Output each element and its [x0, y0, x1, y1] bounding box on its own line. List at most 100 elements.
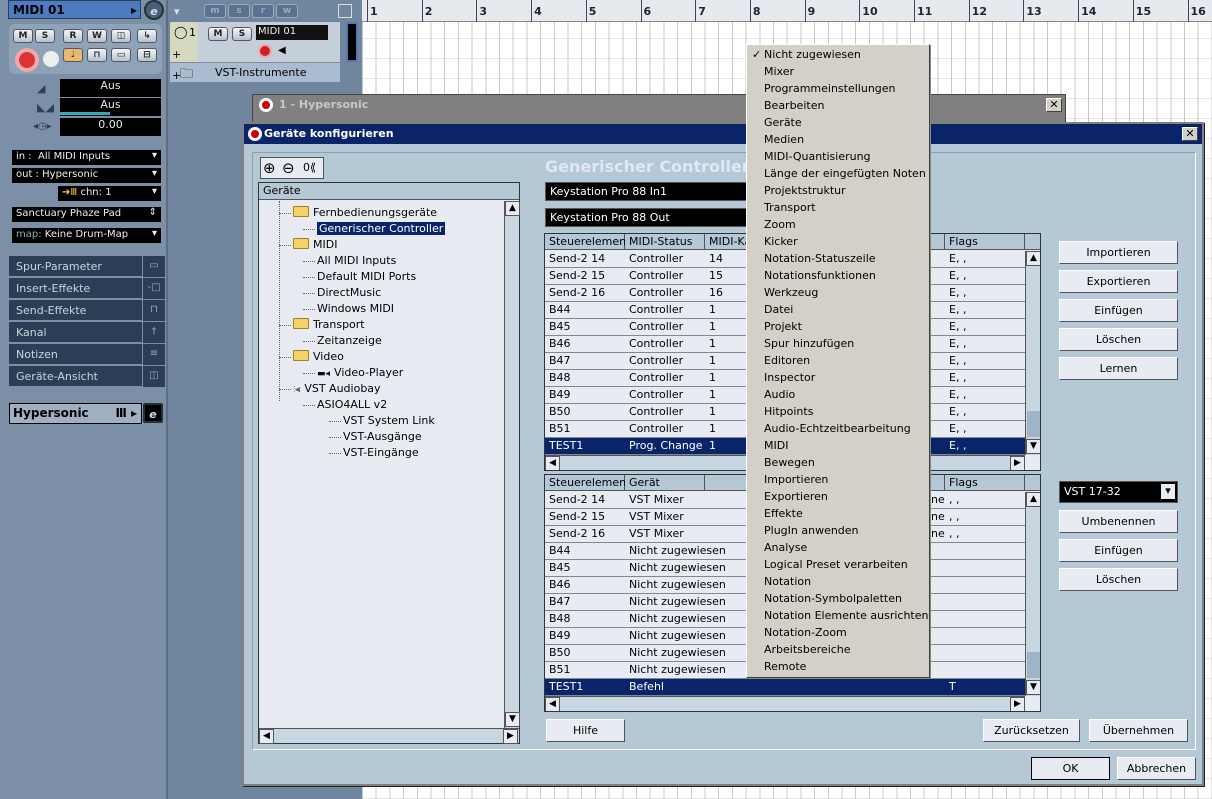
- menu-item[interactable]: Audio: [747, 387, 929, 404]
- scroll-right-icon[interactable]: ▶: [1010, 697, 1025, 711]
- close-icon[interactable]: ✕: [1182, 127, 1198, 141]
- notes-icon[interactable]: ≡: [143, 344, 165, 365]
- menu-item[interactable]: Notation: [747, 574, 929, 591]
- menu-item[interactable]: Logical Preset verarbeiten: [747, 557, 929, 574]
- column-header[interactable]: Gerät: [625, 475, 705, 491]
- menu-item[interactable]: Notation-Statuszeile: [747, 251, 929, 268]
- column-header[interactable]: Flags: [945, 475, 1025, 491]
- scroll-down-icon[interactable]: ▼: [1026, 680, 1040, 695]
- controller-löschen-button[interactable]: Löschen: [1059, 328, 1178, 351]
- column-header[interactable]: Steuerelement: [545, 475, 630, 491]
- menu-item[interactable]: Mixer: [747, 64, 929, 81]
- inspector-section-insert-effekte[interactable]: Insert-Effekte: [9, 278, 142, 299]
- menu-item[interactable]: Hitpoints: [747, 404, 929, 421]
- column-header[interactable]: MIDI-Status: [625, 234, 705, 250]
- horizontal-scrollbar[interactable]: ◀ ▶: [545, 696, 1025, 711]
- tree-item[interactable]: ⫶⫷ VST Audiobay: [293, 382, 381, 395]
- menu-item[interactable]: Spur hinzufügen: [747, 336, 929, 353]
- menu-item[interactable]: Editoren: [747, 353, 929, 370]
- menu-item[interactable]: Programmeinstellungen: [747, 81, 929, 98]
- ruler[interactable]: 1 2 3 4 5 6 7 8 9 10 11 12 13 14 15 16: [362, 0, 1212, 22]
- command-einfügen-button[interactable]: Einfügen: [1059, 539, 1178, 562]
- bank-select[interactable]: VST 17-32 ▾: [1059, 481, 1178, 503]
- menu-item[interactable]: Notation-Symbolpaletten: [747, 591, 929, 608]
- command-umbenennen-button[interactable]: Umbenennen: [1059, 510, 1178, 533]
- track-monitor-icon[interactable]: ◀: [278, 45, 286, 56]
- scroll-up-icon[interactable]: ▲: [1026, 251, 1040, 266]
- output-routing-select[interactable]: out : Hypersonic ▾: [12, 168, 161, 183]
- edit-button[interactable]: ◫: [111, 29, 131, 43]
- menu-item[interactable]: Länge der eingefügten Noten: [747, 166, 929, 183]
- read-button[interactable]: R: [63, 29, 83, 43]
- menu-item[interactable]: Geräte: [747, 115, 929, 132]
- ok-button[interactable]: OK: [1031, 757, 1110, 780]
- menu-item[interactable]: Notation Elemente ausrichten: [747, 608, 929, 625]
- tree-item[interactable]: VST-Eingänge: [343, 446, 419, 459]
- transpose-icon[interactable]: ⊟: [137, 48, 157, 62]
- midi-output-select[interactable]: Keystation Pro 88 Out: [545, 208, 750, 227]
- track-list-menu-icon[interactable]: ▾: [174, 5, 180, 18]
- controller-lernen-button[interactable]: Lernen: [1059, 357, 1178, 380]
- global-write-button[interactable]: w: [276, 4, 298, 18]
- record-enable-button[interactable]: [15, 48, 39, 72]
- send-icon[interactable]: ⊓: [143, 300, 165, 321]
- expand-icon[interactable]: +: [172, 48, 181, 61]
- scroll-up-icon[interactable]: ▲: [1026, 492, 1040, 507]
- dropdown-arrow-icon[interactable]: ▾: [1161, 484, 1175, 499]
- inspector-section-kanal[interactable]: Kanal: [9, 322, 142, 343]
- track-row[interactable]: ◯ 1 + M S MIDI 01 ◀: [170, 22, 340, 62]
- note-icon[interactable]: ♩: [63, 48, 83, 62]
- menu-item[interactable]: Exportieren: [747, 489, 929, 506]
- insert-icon[interactable]: -□: [143, 278, 165, 299]
- add-device-icon[interactable]: ⊕: [263, 159, 276, 177]
- instrument-section[interactable]: Hypersonic Ⅲ ▸: [9, 403, 142, 424]
- track-solo-button[interactable]: S: [232, 27, 252, 41]
- column-header[interactable]: Steuerelement: [545, 234, 630, 250]
- help-button[interactable]: Hilfe: [546, 719, 625, 742]
- track-colors-icon[interactable]: [338, 4, 352, 18]
- solo-button[interactable]: S: [35, 29, 55, 43]
- scroll-right-icon[interactable]: ▶: [1010, 456, 1025, 470]
- menu-item[interactable]: Notation-Zoom: [747, 625, 929, 642]
- controller-importieren-button[interactable]: Importieren: [1059, 241, 1178, 264]
- menu-item[interactable]: Audio-Echtzeitbearbeitung: [747, 421, 929, 438]
- device-tree[interactable]: Geräte ▲ ▼ ◀ ▶ Fernbedienungsgeräte Gener…: [258, 182, 520, 744]
- tree-item[interactable]: Zeitanzeige: [317, 334, 382, 347]
- tree-vertical-scrollbar[interactable]: ▲ ▼: [504, 201, 520, 728]
- volume-field[interactable]: Aus: [60, 79, 161, 97]
- drum-map-select[interactable]: map: Keine Drum-Map ▾: [12, 228, 161, 243]
- menu-item[interactable]: Inspector: [747, 370, 929, 387]
- menu-item[interactable]: Transport: [747, 200, 929, 217]
- menu-item[interactable]: PlugIn anwenden: [747, 523, 929, 540]
- tree-item[interactable]: Windows MIDI: [317, 302, 394, 315]
- menu-item[interactable]: Bewegen: [747, 455, 929, 472]
- device-view-icon[interactable]: ◫: [143, 366, 165, 387]
- column-header[interactable]: Flags: [945, 234, 1025, 250]
- scroll-left-icon[interactable]: ◀: [545, 697, 560, 711]
- controller-exportieren-button[interactable]: Exportieren: [1059, 270, 1178, 293]
- lock-icon[interactable]: ⊓: [87, 48, 107, 62]
- folder-track-row[interactable]: + 🗀 VST-Instrumente: [170, 62, 340, 82]
- track-name-header[interactable]: MIDI 01 ▸: [8, 0, 141, 19]
- tree-item[interactable]: ASIO4ALL v2: [317, 398, 387, 411]
- lanes-icon[interactable]: ▭: [111, 48, 131, 62]
- tree-item[interactable]: MIDI: [293, 238, 337, 251]
- close-icon[interactable]: ✕: [1046, 98, 1062, 112]
- midi-input-select[interactable]: Keystation Pro 88 In1: [545, 182, 750, 201]
- scroll-down-icon[interactable]: ▼: [1026, 439, 1040, 454]
- menu-item[interactable]: MIDI-Quantisierung: [747, 149, 929, 166]
- tree-item[interactable]: Transport: [293, 318, 365, 331]
- cancel-button[interactable]: Abbrechen: [1117, 757, 1196, 780]
- mute-button[interactable]: M: [13, 29, 33, 43]
- table-row[interactable]: TEST1 Befehl T: [545, 679, 1025, 696]
- tree-item[interactable]: VST-Ausgänge: [343, 430, 422, 443]
- scroll-up-icon[interactable]: ▲: [505, 201, 520, 216]
- global-mute-button[interactable]: m: [204, 4, 226, 18]
- menu-item[interactable]: Zoom: [747, 217, 929, 234]
- program-select[interactable]: Sanctuary Phaze Pad ⇕: [12, 207, 161, 222]
- menu-item[interactable]: Kicker: [747, 234, 929, 251]
- tree-horizontal-scrollbar[interactable]: ◀ ▶: [259, 728, 519, 744]
- write-button[interactable]: W: [87, 29, 107, 43]
- inspector-section-spur-parameter[interactable]: Spur-Parameter: [9, 256, 142, 277]
- menu-item[interactable]: MIDI: [747, 438, 929, 455]
